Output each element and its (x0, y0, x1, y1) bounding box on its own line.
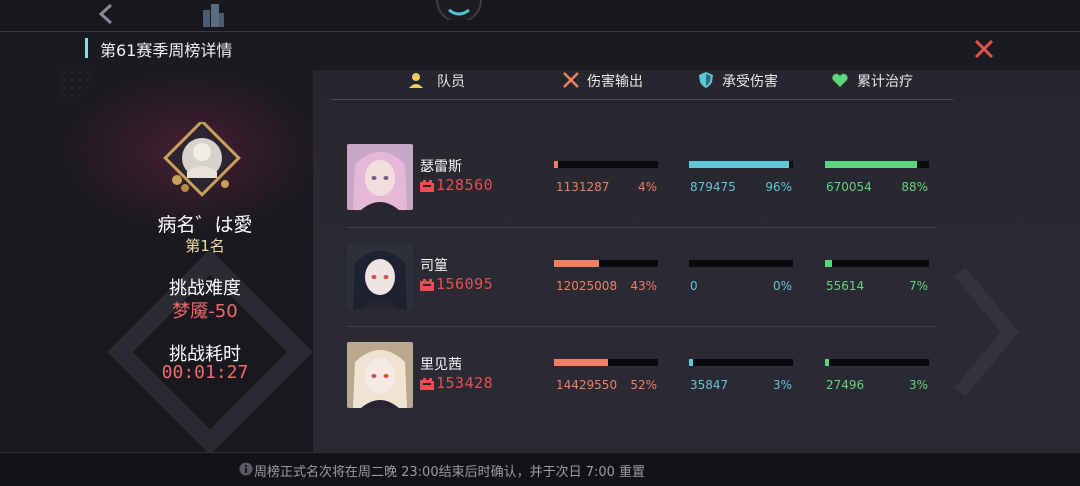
power-icon (420, 180, 434, 192)
team-emblem-icon (163, 122, 241, 197)
member-name: 里见茜 (420, 357, 462, 373)
taken-value: 879475 (690, 180, 736, 194)
taken-value: 35847 (690, 378, 729, 392)
taken-percent: 0% (772, 279, 792, 293)
member-power: 128560 (436, 176, 494, 194)
footer-note: 周榜正式名次将在周二晚 23:00结束后时确认，并于次日 7:00 重置 (254, 465, 646, 480)
taken-percent: 3% (772, 378, 792, 392)
damage-bar-fill (554, 359, 609, 366)
taken-bar (689, 161, 793, 168)
column-taken: 承受伤害 (722, 74, 778, 90)
row-divider (347, 227, 937, 228)
top-bar (0, 0, 1080, 32)
heal-percent: 3% (908, 378, 928, 392)
footer-divider (0, 452, 1080, 453)
damage-bar-fill (554, 260, 599, 267)
damage-bar-fill (554, 161, 559, 168)
taken-bar-fill (689, 161, 789, 168)
heart-icon (832, 73, 848, 87)
back-arrow-icon[interactable] (95, 2, 117, 26)
member-name: 瑟雷斯 (420, 159, 462, 175)
damage-bar (554, 359, 658, 366)
taken-bar (689, 260, 793, 267)
power-icon (420, 378, 434, 390)
member-avatar[interactable] (347, 144, 413, 210)
member-power: 156095 (436, 275, 494, 293)
heal-bar (825, 161, 929, 168)
title-accent (85, 38, 88, 58)
heal-bar-fill (825, 359, 829, 366)
row-divider (347, 326, 937, 327)
heal-bar-fill (825, 260, 833, 267)
taken-value: 0 (690, 279, 698, 293)
heal-percent: 88% (901, 180, 928, 194)
member-name: 司篁 (420, 258, 448, 274)
swords-icon (563, 72, 579, 88)
heal-bar-fill (825, 161, 917, 168)
damage-percent: 4% (637, 180, 657, 194)
taken-bar (689, 359, 793, 366)
heal-bar (825, 260, 929, 267)
damage-bar (554, 260, 658, 267)
heal-percent: 7% (908, 279, 928, 293)
building-icon[interactable] (200, 2, 226, 28)
shield-icon (699, 72, 713, 88)
damage-value: 12025008 (556, 279, 618, 293)
dial-icon (436, 0, 482, 20)
power-icon (420, 279, 434, 291)
heal-value: 55614 (826, 279, 865, 293)
member-icon (409, 73, 423, 88)
damage-value: 1131287 (556, 180, 610, 194)
avatar-portrait (347, 144, 413, 210)
heal-value: 27496 (826, 378, 865, 392)
column-heal: 累计治疗 (857, 74, 913, 90)
avatar-portrait (347, 243, 413, 309)
close-icon[interactable] (972, 37, 996, 61)
team-name: 病名゛は愛 (157, 214, 253, 236)
damage-value: 14429550 (556, 378, 618, 392)
member-power: 153428 (436, 374, 494, 392)
column-damage: 伤害输出 (587, 74, 643, 90)
avatar-portrait (347, 342, 413, 408)
member-avatar[interactable] (347, 342, 413, 408)
taken-bar-fill (689, 359, 693, 366)
heal-bar (825, 359, 929, 366)
info-icon (239, 462, 253, 476)
damage-percent: 43% (630, 279, 657, 293)
header-divider (331, 99, 953, 100)
member-avatar[interactable] (347, 243, 413, 309)
heal-value: 670054 (826, 180, 872, 194)
damage-bar (554, 161, 658, 168)
column-member: 队员 (437, 74, 465, 90)
damage-percent: 52% (630, 378, 657, 392)
page-title: 第61赛季周榜详情 (100, 41, 233, 60)
taken-percent: 96% (765, 180, 792, 194)
